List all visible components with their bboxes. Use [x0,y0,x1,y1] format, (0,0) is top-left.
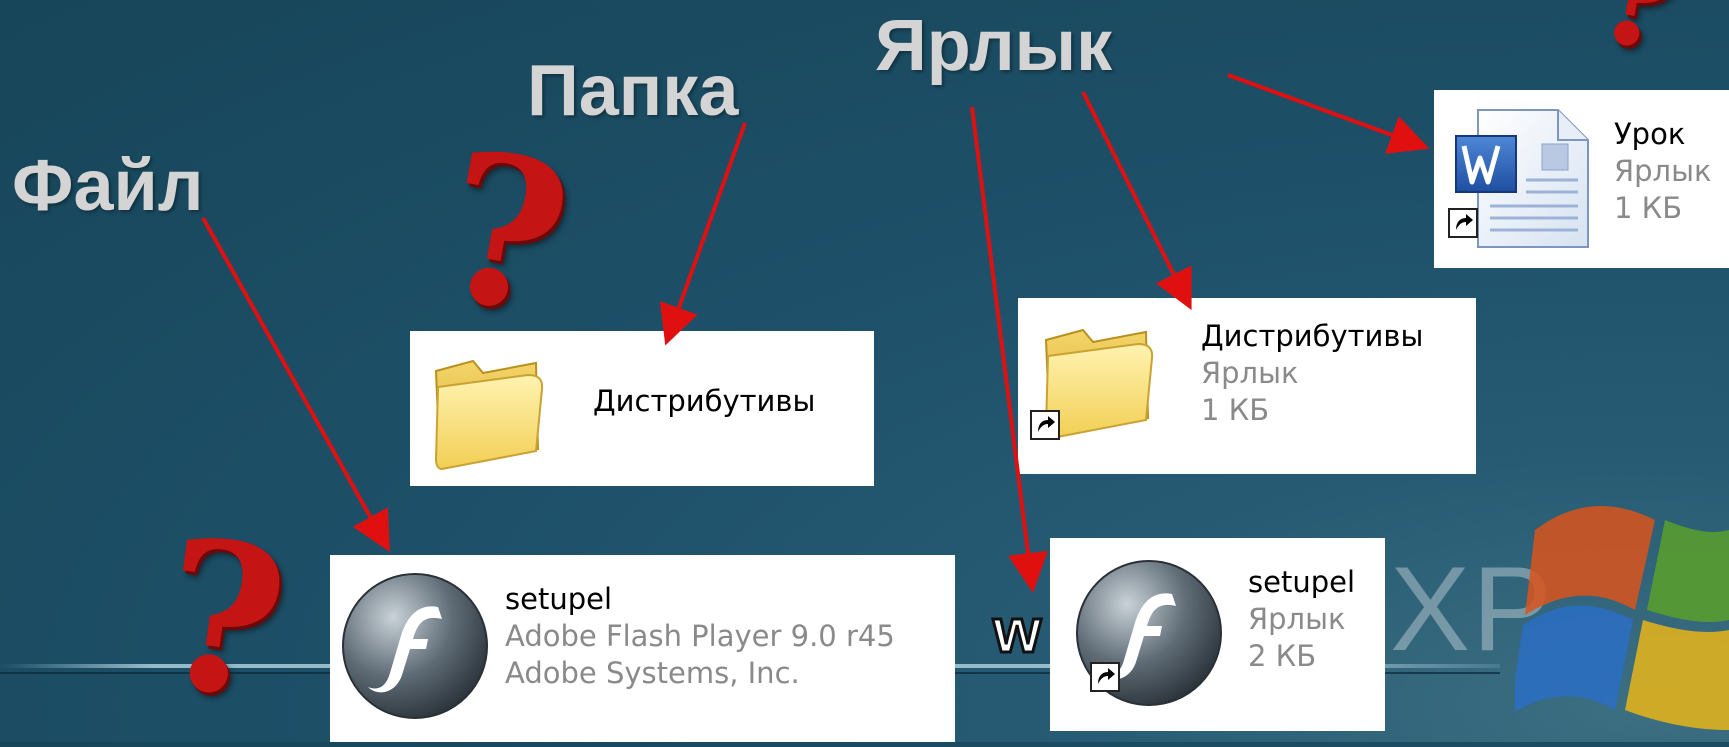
arrow-shortcut-folder [1081,91,1192,311]
arrow-folder [659,122,747,346]
arrow-shortcut-doc [1227,73,1430,154]
pointer-arrows [201,73,1430,593]
arrow-file [201,217,390,552]
arrow-shortcut-file [970,106,1048,593]
slide: XP w Файл Папка Ярлык ? ? ? Дистри [0,0,1729,747]
